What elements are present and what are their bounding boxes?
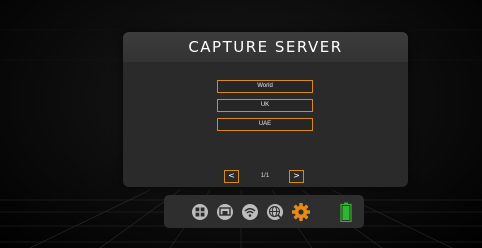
panel-title: CAPTURE SERVER [188, 38, 343, 56]
server-button-world[interactable]: World [217, 80, 313, 93]
server-button-uae[interactable]: UAE [217, 118, 313, 131]
battery-icon [340, 202, 352, 222]
screen-icon[interactable] [216, 203, 234, 221]
next-page-button[interactable]: > [289, 170, 304, 183]
grid-icon[interactable] [191, 203, 209, 221]
server-button-uk[interactable]: UK [217, 99, 313, 112]
prev-page-button[interactable]: < [224, 170, 239, 183]
capture-server-panel: CAPTURE SERVER World UK UAE < 1/1 > [123, 32, 408, 187]
panel-header: CAPTURE SERVER [123, 32, 408, 62]
wifi-icon[interactable] [241, 203, 259, 221]
gear-icon[interactable] [291, 202, 311, 222]
bottom-dock [164, 195, 364, 228]
globe-icon[interactable] [266, 203, 284, 221]
vr-scene: CAPTURE SERVER World UK UAE < 1/1 > [0, 0, 482, 248]
page-indicator: 1/1 [260, 173, 270, 179]
